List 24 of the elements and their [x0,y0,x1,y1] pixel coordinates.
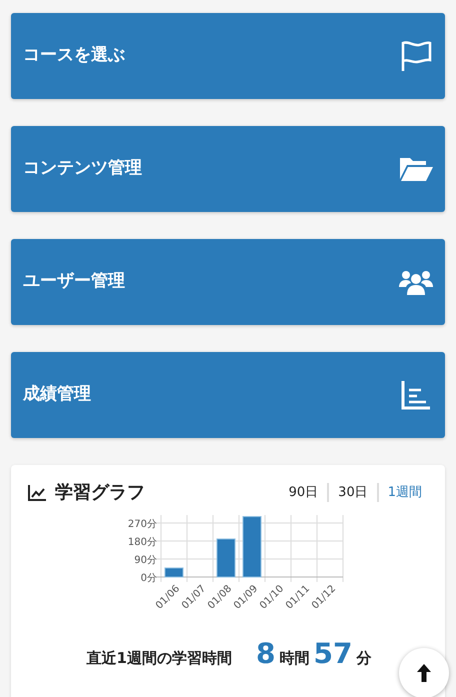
arrow-up-icon [417,664,431,682]
y-tick-label: 270分 [128,519,157,530]
y-tick-label: 180分 [128,537,157,548]
bar-chart-icon [399,378,433,412]
period-tab[interactable]: 90日 [280,482,328,502]
menu-tile[interactable]: コースを選ぶ [11,13,445,99]
bar [216,538,236,578]
y-tick-label: 90分 [134,555,157,566]
hours-unit: 時間 [279,648,310,669]
menu-tile[interactable]: 成績管理 [11,352,445,438]
bar [164,568,184,578]
period-tab[interactable]: 1週間 [376,482,431,502]
line-chart-icon [27,484,47,502]
minutes-value: 57 [313,640,352,668]
menu-tile[interactable]: ユーザー管理 [11,239,445,325]
hours-value: 8 [256,640,276,668]
bar [242,516,262,578]
summary-label: 直近1週間の学習時間 [86,648,232,669]
menu-tile[interactable]: コンテンツ管理 [11,126,445,212]
flag-icon [399,39,433,73]
card-title: 学習グラフ [55,481,145,505]
period-tab[interactable]: 30日 [327,482,377,502]
y-tick-label: 0分 [140,573,157,584]
minutes-unit: 分 [356,648,372,669]
